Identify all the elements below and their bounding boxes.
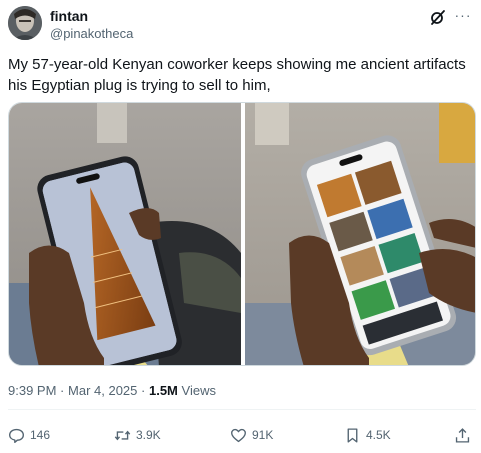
grok-icon[interactable] xyxy=(429,8,447,26)
bookmark-button[interactable]: 4.5K xyxy=(344,424,391,446)
tweet-meta: 9:39 PM · Mar 4, 2025 · 1.5M Views xyxy=(8,383,216,398)
repost-icon xyxy=(114,430,131,440)
reply-button[interactable]: 146 xyxy=(8,424,50,446)
bookmark-icon xyxy=(347,427,358,443)
reply-count: 146 xyxy=(30,428,51,442)
tweet-media[interactable] xyxy=(8,102,476,366)
meta-separator: · xyxy=(141,383,146,398)
meta-separator: · xyxy=(60,383,65,398)
divider xyxy=(8,409,476,410)
views-count: 1.5M xyxy=(148,383,178,398)
photo-right xyxy=(245,103,475,365)
avatar[interactable] xyxy=(8,6,42,40)
tweet-date[interactable]: Mar 4, 2025 xyxy=(68,383,137,398)
author-handle[interactable]: @pinakotheca xyxy=(50,26,133,41)
bookmark-count: 4.5K xyxy=(366,428,391,442)
like-button[interactable]: 91K xyxy=(230,424,273,446)
tweet-time[interactable]: 9:39 PM xyxy=(8,383,56,398)
like-icon xyxy=(231,428,246,442)
reply-icon xyxy=(9,428,24,443)
share-button[interactable] xyxy=(454,424,471,446)
repost-button[interactable]: 3.9K xyxy=(114,424,161,446)
views-label: Views xyxy=(181,383,216,398)
share-icon xyxy=(455,427,470,443)
like-count: 91K xyxy=(252,428,274,442)
tweet-header: fintan @pinakotheca ··· xyxy=(8,6,473,46)
photo-left xyxy=(9,103,241,365)
tweet-text: My 57-year-old Kenyan coworker keeps sho… xyxy=(8,56,466,94)
action-bar: 146 3.9K 91K 4.5K xyxy=(8,424,476,446)
more-icon[interactable]: ··· xyxy=(453,6,473,26)
author-name[interactable]: fintan xyxy=(50,8,88,24)
repost-count: 3.9K xyxy=(136,428,161,442)
